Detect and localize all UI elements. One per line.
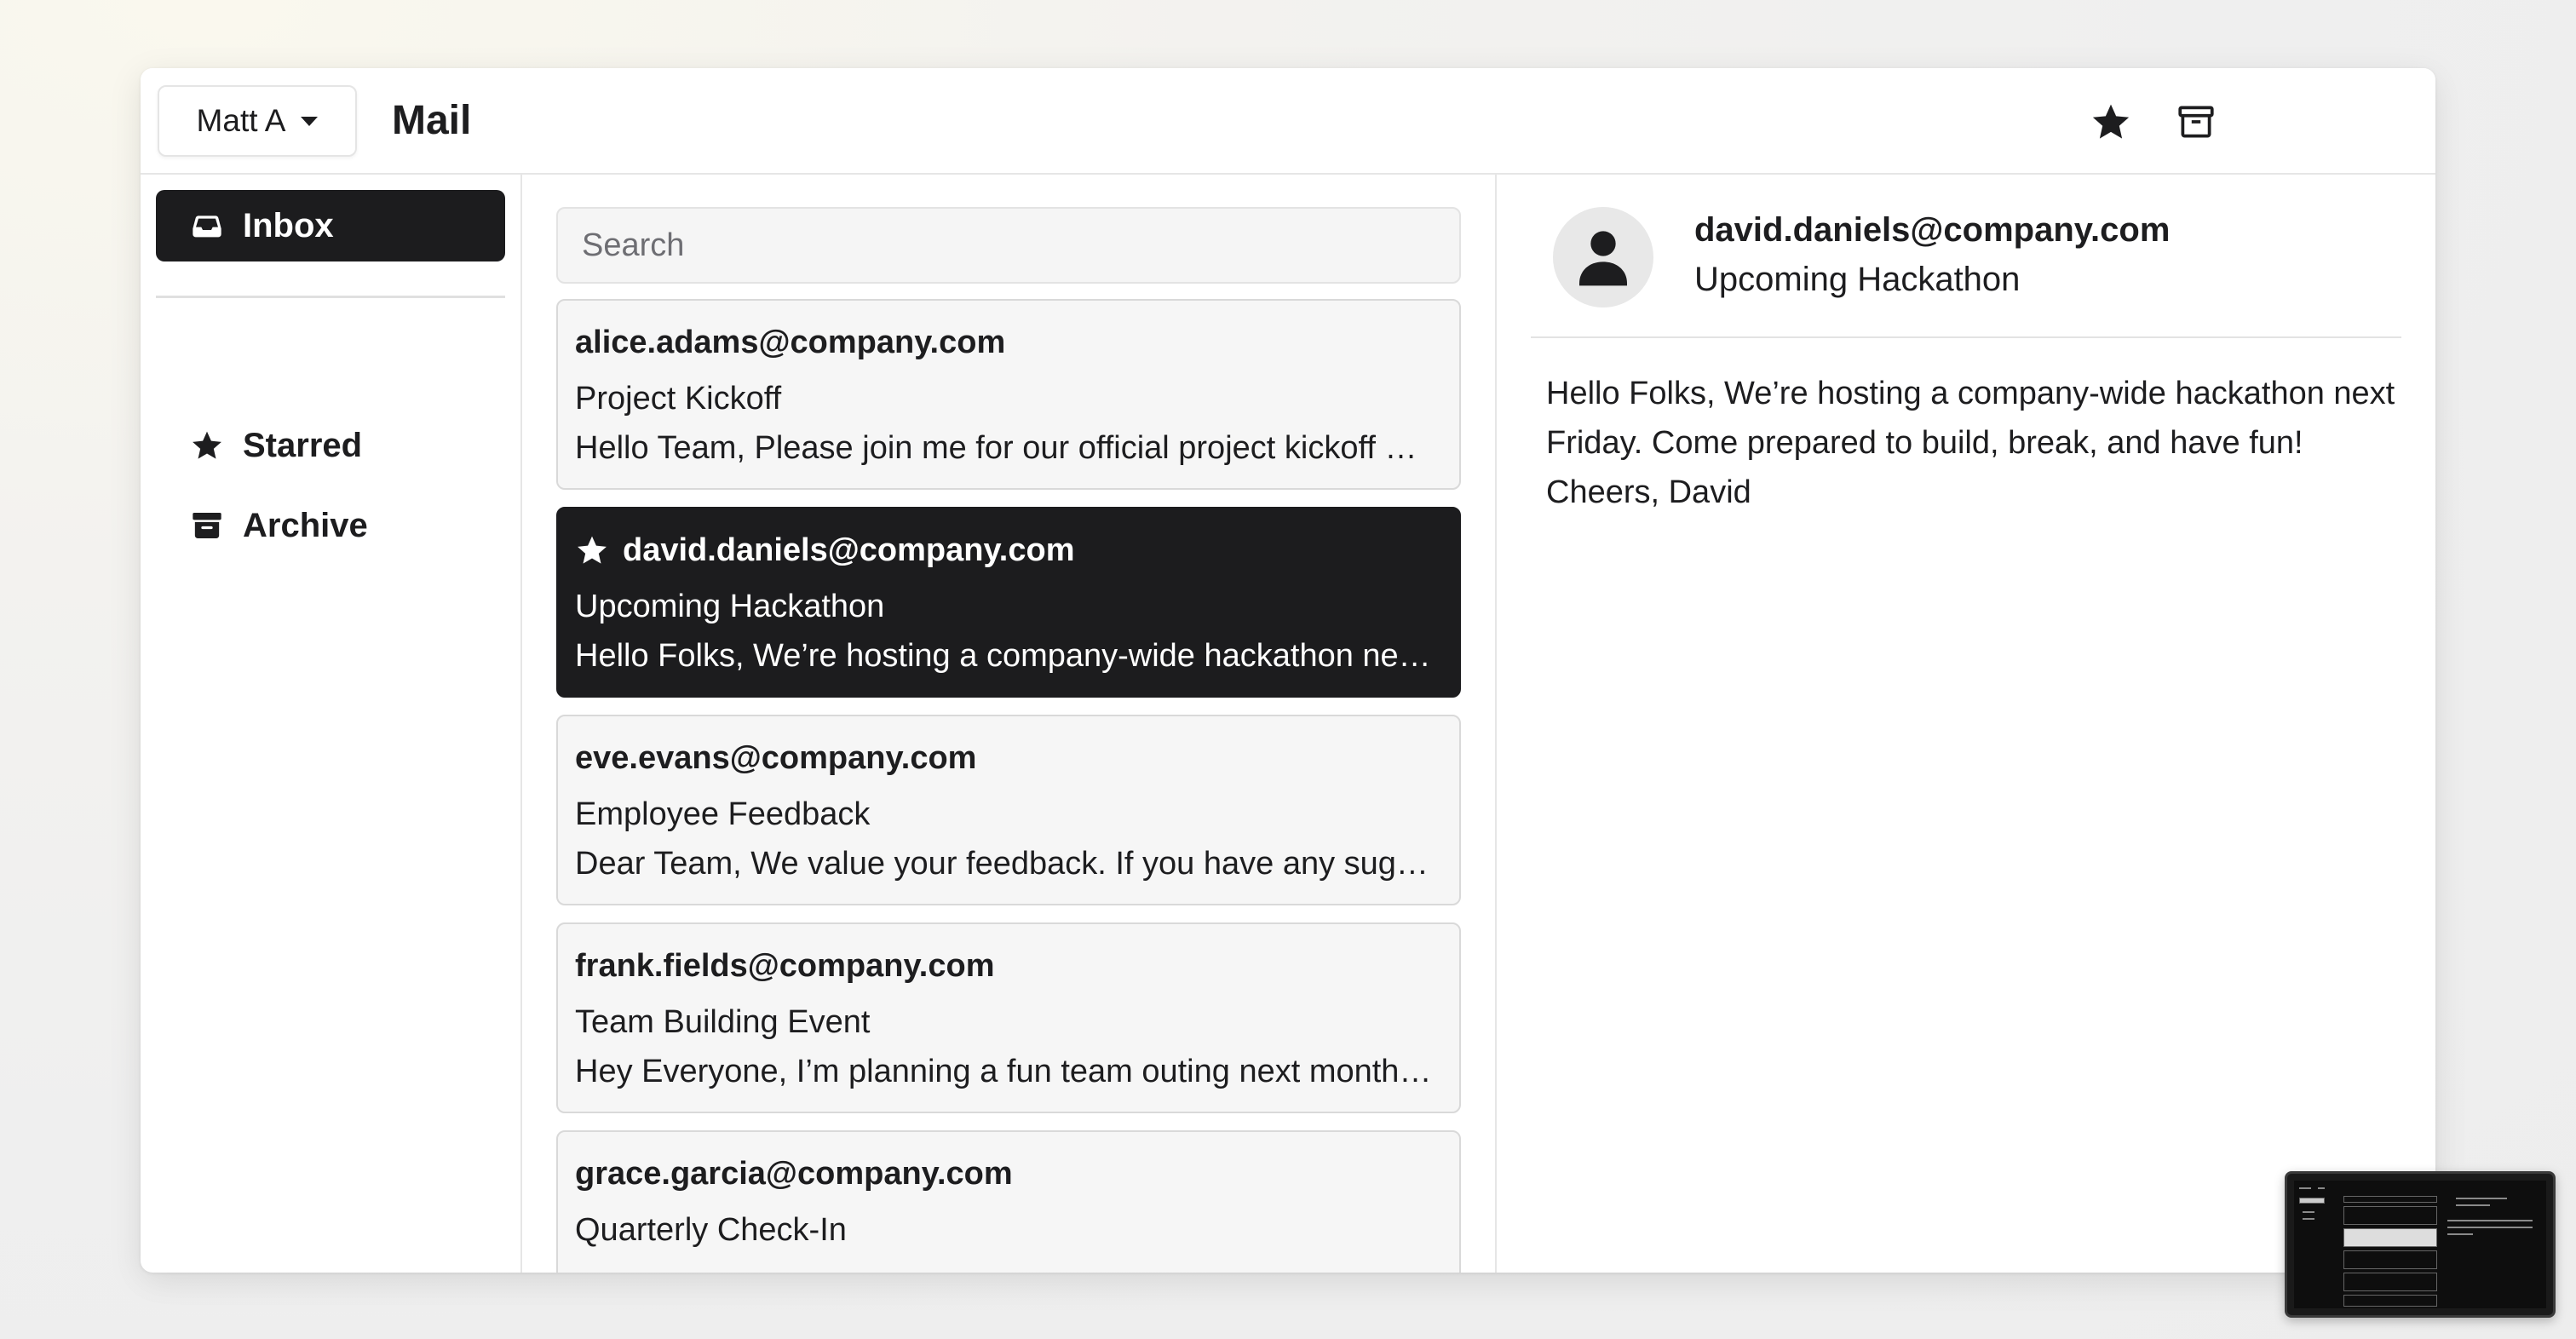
mail-list-item[interactable]: eve.evans@company.com Employee Feedback … <box>556 715 1461 905</box>
reader-sender: david.daniels@company.com <box>1694 211 2171 249</box>
mail-list-pane: alice.adams@company.com Project Kickoff … <box>522 175 1497 1273</box>
top-bar: Matt A Mail <box>141 68 2435 175</box>
mail-sender: grace.garcia@company.com <box>575 1156 1013 1192</box>
mail-window: Matt A Mail Inbox Starred Archive Search… <box>141 68 2435 1273</box>
mail-sender: alice.adams@company.com <box>575 325 1006 360</box>
account-dropdown[interactable]: Matt A <box>158 85 357 157</box>
reader-divider <box>1531 336 2401 338</box>
sidebar-item-label: Inbox <box>243 206 334 244</box>
mail-list-item[interactable]: alice.adams@company.com Project Kickoff … <box>556 299 1461 490</box>
sidebar-item-inbox[interactable]: Inbox <box>156 190 505 261</box>
avatar <box>1553 207 1653 307</box>
sidebar: Inbox Starred Archive <box>141 175 522 1273</box>
mail-preview: Hello Team, Please join me for our offic… <box>575 430 1417 466</box>
reader-subject: Upcoming Hackathon <box>1694 261 2021 298</box>
mail-subject: Quarterly Check-In <box>575 1212 847 1248</box>
chevron-down-icon <box>301 116 319 126</box>
reading-pane: david.daniels@company.com Upcoming Hacka… <box>1497 175 2435 1273</box>
star-icon <box>578 536 607 564</box>
screen-preview-thumbnail[interactable] <box>2285 1171 2556 1318</box>
star-icon <box>193 431 221 459</box>
mail-list: alice.adams@company.com Project Kickoff … <box>556 299 1461 1273</box>
mail-list-item[interactable]: grace.garcia@company.com Quarterly Check… <box>556 1130 1461 1273</box>
mail-list-item[interactable]: frank.fields@company.com Team Building E… <box>556 922 1461 1113</box>
mail-preview: Dear Team, We value your feedback. If yo… <box>575 846 1429 882</box>
sidebar-item-label: Starred <box>243 426 363 464</box>
user-icon <box>1579 231 1627 286</box>
mail-preview: Hey Everyone, I’m planning a fun team ou… <box>575 1054 1432 1089</box>
mail-sender: eve.evans@company.com <box>575 740 977 776</box>
mail-sender: david.daniels@company.com <box>575 531 1442 570</box>
sidebar-item-label: Archive <box>243 506 368 544</box>
mail-list-item-selected[interactable]: david.daniels@company.com Upcoming Hacka… <box>556 507 1461 698</box>
mail-preview: Hello Folks, We’re hosting a company-wid… <box>575 638 1431 674</box>
mail-subject: Team Building Event <box>575 1004 871 1040</box>
reader-body: Hello Folks, We’re hosting a company-wid… <box>1546 376 2395 510</box>
search-input[interactable] <box>556 207 1461 284</box>
account-label: Matt A <box>196 103 286 138</box>
inbox-icon <box>193 216 221 238</box>
sidebar-item-starred[interactable]: Starred <box>190 420 362 471</box>
app-title: Mail <box>392 98 472 143</box>
mail-subject: Project Kickoff <box>575 381 782 417</box>
sidebar-divider <box>156 296 505 298</box>
archive-icon <box>193 513 221 538</box>
sidebar-item-archive[interactable]: Archive <box>190 500 368 551</box>
archive-icon[interactable] <box>2175 101 2217 143</box>
mail-sender: frank.fields@company.com <box>575 948 995 984</box>
mail-subject: Upcoming Hackathon <box>575 589 885 624</box>
star-icon[interactable] <box>2090 101 2132 143</box>
thumbnail-content <box>2294 1181 2546 1308</box>
mail-subject: Employee Feedback <box>575 796 871 832</box>
